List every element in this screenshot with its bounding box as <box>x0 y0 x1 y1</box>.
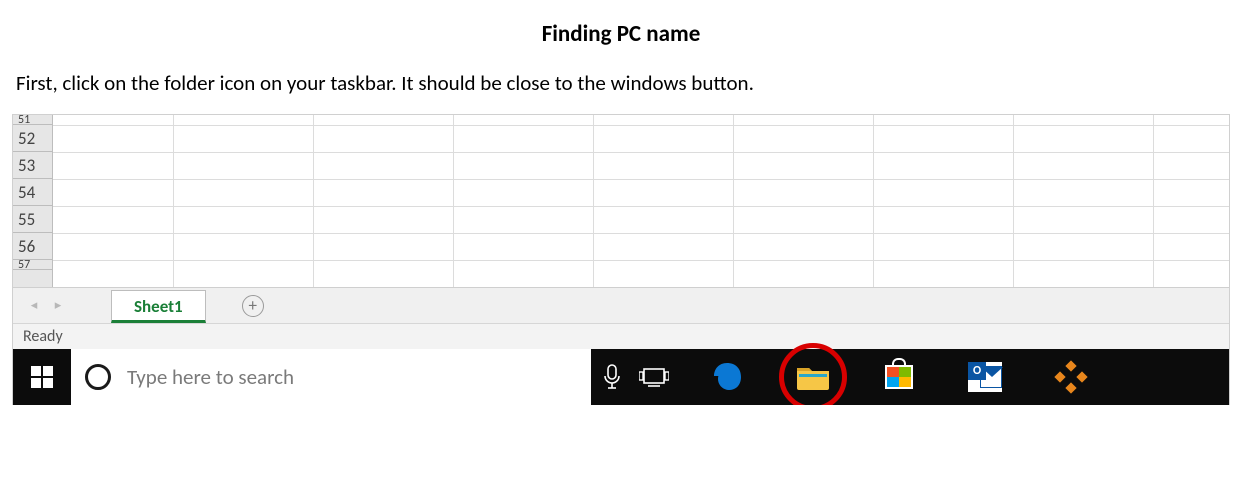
cortana-icon <box>85 364 111 390</box>
sheet-nav-next-icon[interactable]: ▸ <box>51 299 65 313</box>
start-button[interactable] <box>13 349 71 405</box>
excel-cells[interactable] <box>53 115 1229 287</box>
file-explorer-button[interactable] <box>793 357 833 397</box>
outlook-button[interactable]: O <box>965 357 1005 397</box>
row-header[interactable]: 54 <box>13 179 52 206</box>
sheet-nav-prev-icon[interactable]: ◂ <box>27 299 41 313</box>
excel-grid[interactable]: 51 52 53 54 55 56 57 <box>13 115 1229 287</box>
orange-dots-app-icon <box>1056 362 1086 392</box>
task-view-icon[interactable] <box>633 349 675 405</box>
microsoft-store-button[interactable] <box>879 357 919 397</box>
add-sheet-button[interactable]: + <box>242 295 264 317</box>
doc-title: Finding PC name <box>12 20 1230 48</box>
doc-paragraph: First, click on the folder icon on your … <box>16 70 1230 96</box>
row-header-gutter: 51 52 53 54 55 56 57 <box>13 115 53 287</box>
file-explorer-icon <box>796 362 830 392</box>
edge-browser-icon <box>711 361 743 393</box>
outlook-badge-letter: O <box>968 362 986 380</box>
row-header[interactable]: 51 <box>13 115 52 125</box>
windows-taskbar: Type here to search <box>13 349 1229 405</box>
microphone-icon[interactable] <box>591 349 633 405</box>
taskbar-search-box[interactable]: Type here to search <box>71 349 591 405</box>
taskbar-pinned-apps: O <box>707 357 1091 397</box>
microsoft-store-icon <box>885 365 913 389</box>
excel-window-fragment: 51 52 53 54 55 56 57 ◂ ▸ Sheet1 <box>12 114 1230 405</box>
row-header[interactable]: 57 <box>13 260 52 270</box>
excel-status-bar: Ready <box>13 323 1229 349</box>
orange-dots-app-button[interactable] <box>1051 357 1091 397</box>
edge-browser-button[interactable] <box>707 357 747 397</box>
row-header[interactable]: 53 <box>13 152 52 179</box>
windows-start-icon <box>31 366 53 388</box>
row-header[interactable]: 55 <box>13 206 52 233</box>
outlook-icon: O <box>968 362 1002 392</box>
sheet-tab-active[interactable]: Sheet1 <box>111 290 206 323</box>
search-placeholder: Type here to search <box>127 364 294 390</box>
status-text: Ready <box>23 327 63 346</box>
row-header[interactable]: 52 <box>13 125 52 152</box>
sheet-tab-strip: ◂ ▸ Sheet1 + <box>13 287 1229 323</box>
row-header[interactable]: 56 <box>13 233 52 260</box>
